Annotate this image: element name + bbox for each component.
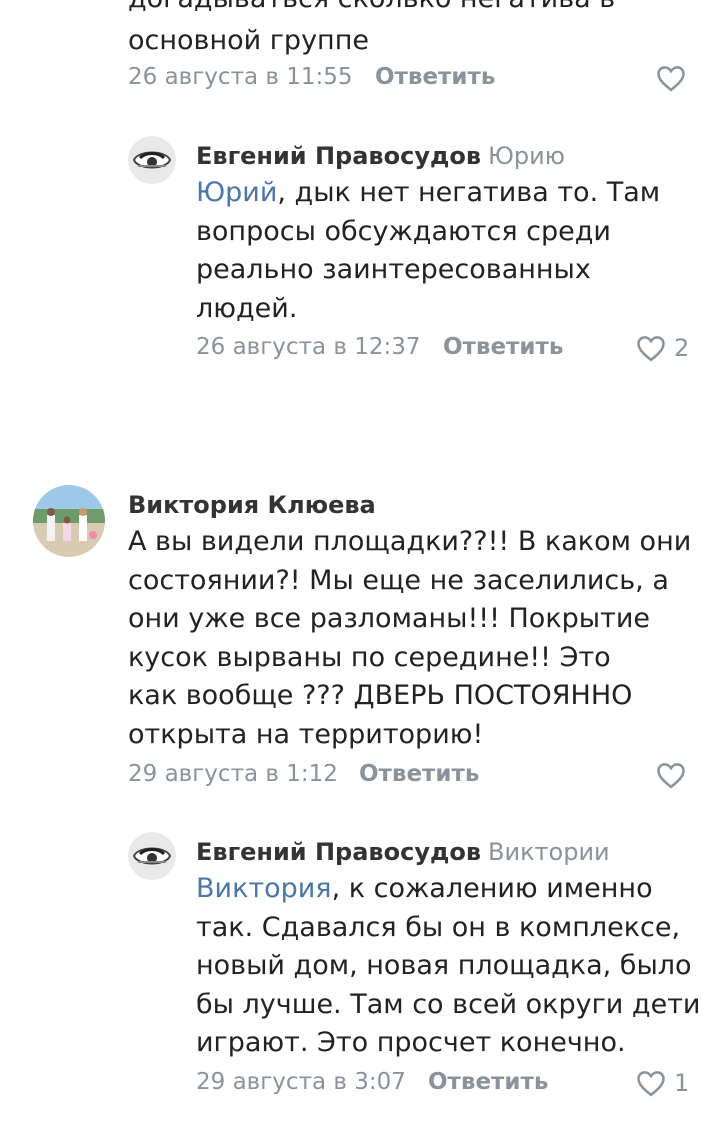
like-button[interactable] <box>656 761 686 789</box>
mention-link[interactable]: Виктория <box>196 873 332 904</box>
like-button[interactable]: 1 <box>636 1069 689 1097</box>
heart-outline-icon <box>657 66 685 92</box>
heart-outline-icon <box>637 1071 665 1097</box>
comment-text-line: основной группе <box>128 25 369 56</box>
like-button[interactable]: 2 <box>636 334 689 362</box>
reply-to-label[interactable]: Юрию <box>488 142 565 170</box>
avatar[interactable] <box>128 136 176 184</box>
like-button[interactable] <box>656 64 686 92</box>
avatar[interactable] <box>33 485 105 557</box>
like-count: 1 <box>674 1069 690 1097</box>
comment-text: Виктория, к сожалению именно так. Сдавал… <box>196 870 700 1063</box>
reply-button[interactable]: Ответить <box>375 64 495 90</box>
reply-button[interactable]: Ответить <box>443 334 563 360</box>
comment-text: А вы видели площадки??!! В каком они сос… <box>128 526 692 750</box>
comment-date: 26 августа в 12:37 <box>196 334 421 360</box>
comment-author[interactable]: Виктория Клюева <box>128 491 376 519</box>
comment-text: Юрий, дык нет негатива то. Там вопросы о… <box>196 174 660 328</box>
reply-button[interactable]: Ответить <box>428 1069 548 1095</box>
comment-text: догадываться сколько негатива в <box>128 0 615 19</box>
comment-text-line: догадываться сколько негатива в <box>128 0 615 14</box>
reply-button[interactable]: Ответить <box>359 761 479 787</box>
comment-author[interactable]: Евгений Правосудов <box>196 838 481 866</box>
avatar[interactable] <box>128 832 176 880</box>
mention-link[interactable]: Юрий <box>196 177 277 208</box>
like-count: 2 <box>674 334 690 362</box>
heart-outline-icon <box>637 336 665 362</box>
comment-text: основной группе <box>128 22 369 61</box>
comment-date: 29 августа в 1:12 <box>128 761 338 787</box>
heart-outline-icon <box>657 763 685 789</box>
comment-author[interactable]: Евгений Правосудов <box>196 142 481 170</box>
comment-date: 26 августа в 11:55 <box>128 64 353 90</box>
comment-date: 29 августа в 3:07 <box>196 1069 406 1095</box>
reply-to-label[interactable]: Виктории <box>488 838 610 866</box>
